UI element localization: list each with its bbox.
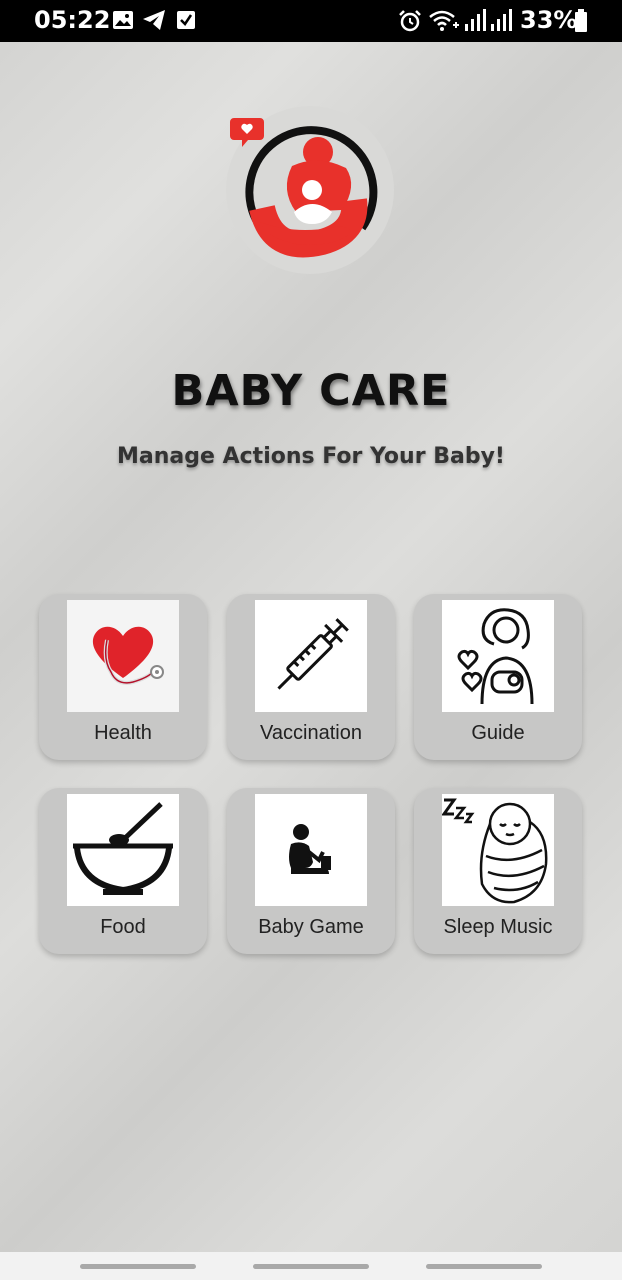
app-title: BABY CARE xyxy=(171,366,451,416)
guide-button[interactable]: Guide xyxy=(414,594,582,760)
food-label: Food xyxy=(100,916,146,938)
battery-icon xyxy=(574,9,588,37)
back-button[interactable] xyxy=(426,1264,542,1269)
alarm-icon xyxy=(398,9,422,37)
home-button[interactable] xyxy=(253,1264,369,1269)
sleep-music-label: Sleep Music xyxy=(443,916,553,938)
telegram-icon xyxy=(142,9,166,35)
sitting-baby-icon xyxy=(255,794,367,906)
checkbox-icon xyxy=(176,9,196,35)
signal-icon xyxy=(464,9,486,37)
battery-percent: 33% xyxy=(520,6,578,34)
bowl-spoon-icon xyxy=(67,794,179,906)
vaccination-label: Vaccination xyxy=(260,722,362,744)
wifi-icon xyxy=(428,9,460,37)
signal-icon xyxy=(490,9,512,37)
guide-label: Guide xyxy=(471,722,525,744)
baby-game-label: Baby Game xyxy=(258,916,364,938)
health-button[interactable]: Health xyxy=(39,594,207,760)
image-icon xyxy=(112,9,134,35)
sleeping-baby-icon xyxy=(442,794,554,906)
heart-stethoscope-icon xyxy=(67,600,179,712)
mother-baby-icon xyxy=(442,600,554,712)
sleep-music-button[interactable]: Sleep Music xyxy=(414,788,582,954)
syringe-icon xyxy=(255,600,367,712)
recent-apps-button[interactable] xyxy=(80,1264,196,1269)
vaccination-button[interactable]: Vaccination xyxy=(227,594,395,760)
app-logo xyxy=(222,104,402,284)
status-bar: 05:22 33% xyxy=(0,0,622,42)
status-time: 05:22 xyxy=(34,6,111,34)
app-subtitle: Manage Actions For Your Baby! xyxy=(117,444,505,469)
health-label: Health xyxy=(94,722,152,744)
food-button[interactable]: Food xyxy=(39,788,207,954)
navigation-bar xyxy=(0,1252,622,1280)
baby-game-button[interactable]: Baby Game xyxy=(227,788,395,954)
